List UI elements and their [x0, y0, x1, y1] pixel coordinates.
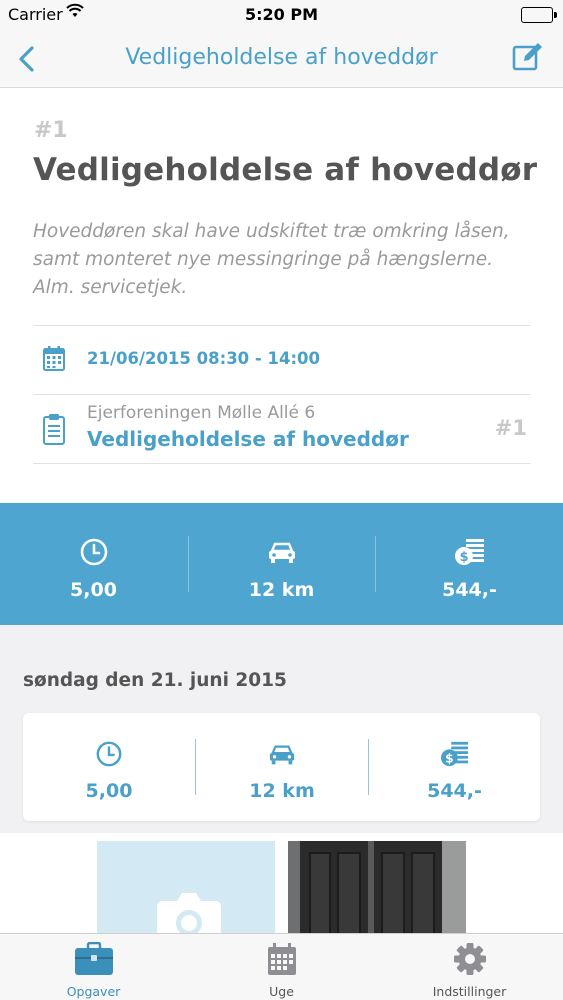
door-image: [288, 841, 466, 933]
project-name: Vedligeholdelse af hoveddør: [87, 427, 409, 451]
tab-indstillinger[interactable]: Indstillinger: [376, 934, 563, 1000]
battery-icon: [521, 7, 557, 23]
status-bar: Carrier 5:20 PM: [0, 0, 563, 30]
project-link[interactable]: Ejerforeningen Mølle Allé 6 Vedligeholde…: [33, 395, 531, 463]
day-amount: $ 544,-: [369, 713, 540, 821]
car-icon: [196, 740, 368, 771]
date-row: 21/06/2015 08:30 - 14:00: [33, 326, 531, 394]
divider: [33, 463, 531, 464]
svg-text:$: $: [445, 751, 453, 765]
day-hours-value: 5,00: [85, 780, 133, 802]
gear-icon: [376, 942, 563, 980]
tab-label: Opgaver: [66, 984, 121, 999]
photo-strip: [0, 833, 563, 933]
day-summary-card[interactable]: 5,00 12 km $ 544,-: [23, 713, 540, 821]
briefcase-icon: [0, 941, 187, 980]
task-number: #1: [34, 118, 68, 143]
add-photo-button[interactable]: [97, 841, 275, 933]
day-section: søndag den 21. juni 2015 5,00 12 km $ 54…: [0, 625, 563, 833]
tab-label: Indstillinger: [432, 984, 507, 999]
camera-icon: [157, 893, 221, 933]
door-photo[interactable]: [288, 841, 466, 933]
task-title: Vedligeholdelse af hoveddør: [33, 152, 538, 188]
project-owner: Ejerforeningen Mølle Allé 6: [87, 403, 316, 423]
clock-icon: [0, 537, 187, 567]
money-icon: $: [376, 537, 563, 567]
day-distance-value: 12 km: [249, 780, 315, 802]
calendar-icon: [188, 942, 375, 980]
car-icon: [188, 537, 375, 567]
total-distance-value: 12 km: [248, 579, 315, 601]
total-amount-value: 544,-: [442, 579, 497, 601]
tab-bar: Opgaver Uge Indstillinger: [0, 933, 563, 1000]
edit-button[interactable]: [511, 40, 545, 74]
total-hours: 5,00: [0, 503, 187, 625]
clock: 5:20 PM: [244, 5, 318, 24]
total-distance: 12 km: [188, 503, 375, 625]
money-icon: $: [369, 740, 540, 772]
total-amount: $ 544,-: [376, 503, 563, 625]
day-hours: 5,00: [23, 713, 195, 821]
calendar-icon: [43, 345, 65, 375]
day-distance: 12 km: [196, 713, 368, 821]
back-button[interactable]: [12, 42, 42, 76]
tab-label: Uge: [269, 984, 294, 999]
navigation-bar: Vedligeholdelse af hoveddør: [0, 30, 563, 88]
project-number: #1: [494, 416, 527, 440]
day-amount-value: 544,-: [427, 780, 482, 802]
clock-icon: [23, 740, 195, 772]
task-date-range: 21/06/2015 08:30 - 14:00: [87, 349, 321, 368]
edit-icon: [512, 43, 542, 71]
nav-title: Vedligeholdelse af hoveddør: [125, 45, 438, 70]
task-description: Hoveddøren skal have udskiftet træ omkri…: [33, 221, 510, 298]
total-hours-value: 5,00: [70, 579, 117, 601]
totals-band: 5,00 12 km $ 544,-: [0, 503, 563, 625]
tab-opgaver[interactable]: Opgaver: [0, 934, 187, 1000]
svg-text:$: $: [459, 550, 468, 565]
day-label: søndag den 21. juni 2015: [23, 670, 287, 691]
tab-uge[interactable]: Uge: [188, 934, 375, 1000]
clipboard-icon: [43, 413, 65, 449]
chevron-left-icon: [19, 46, 34, 72]
